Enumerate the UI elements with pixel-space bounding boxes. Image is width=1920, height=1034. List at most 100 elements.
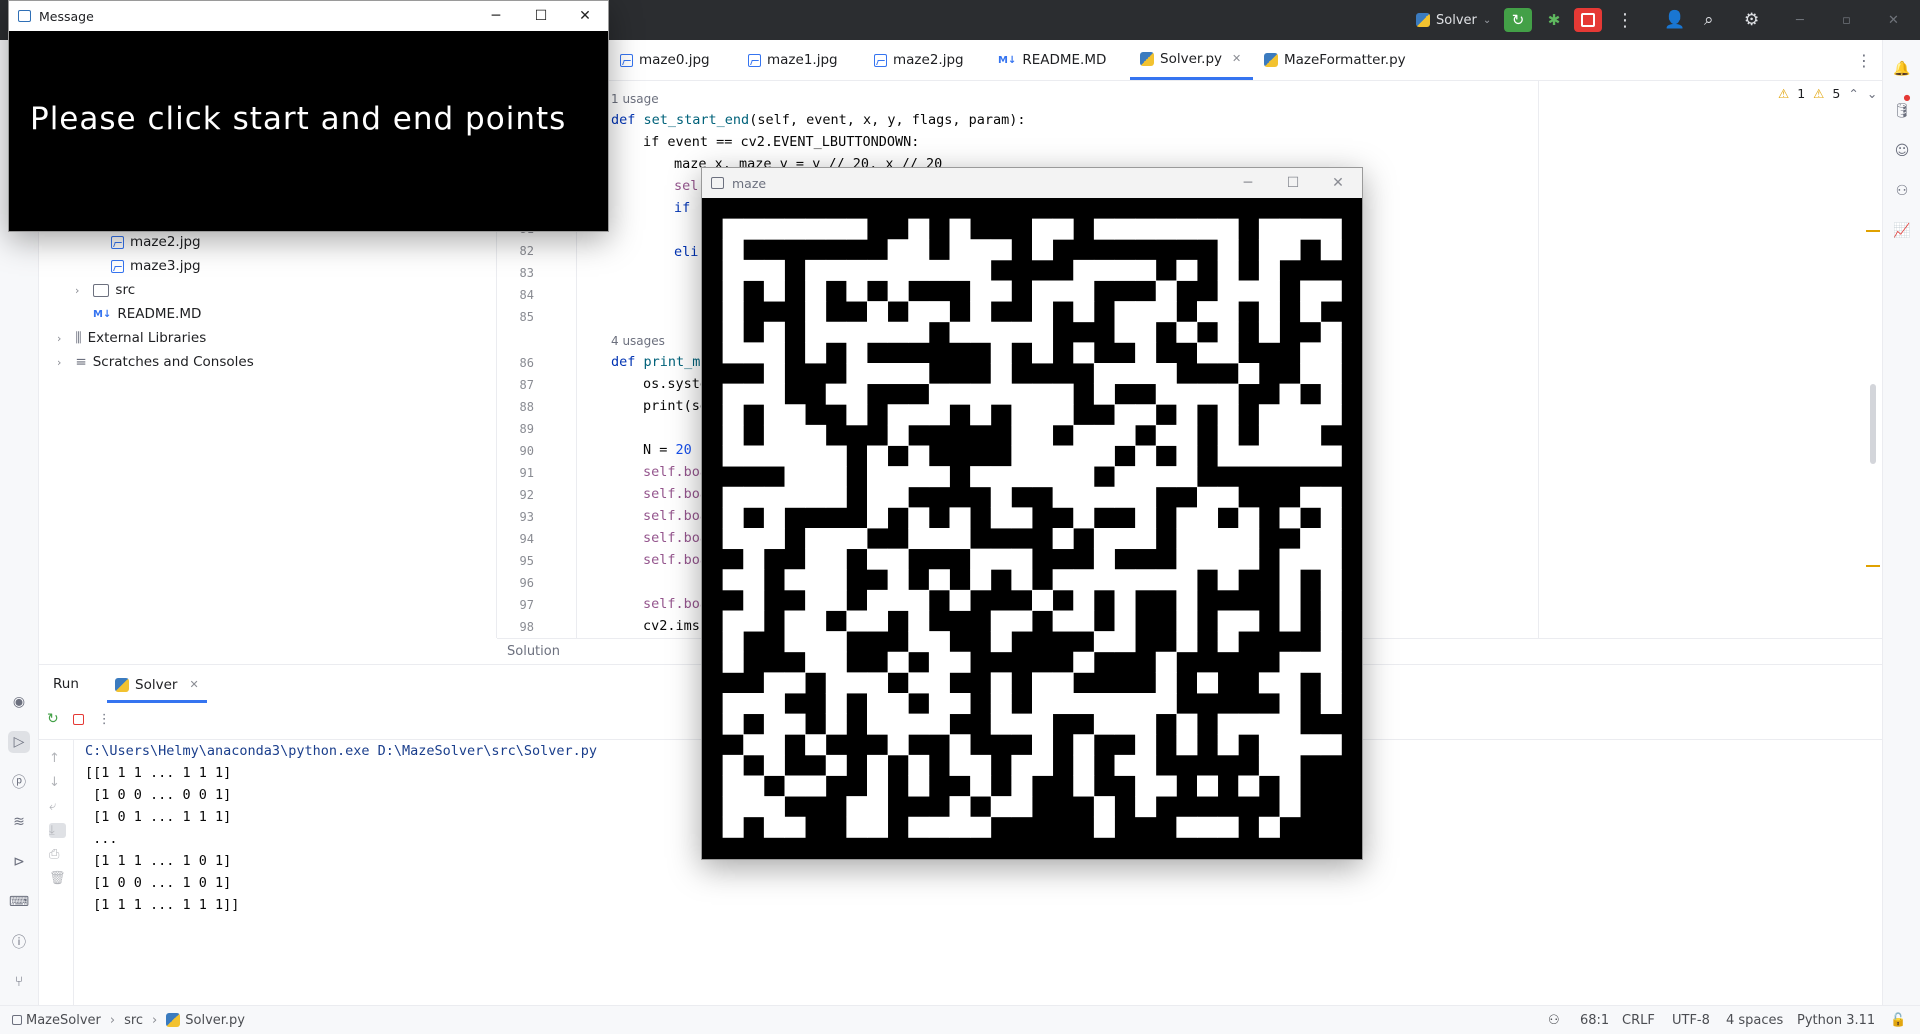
stop-button[interactable] xyxy=(1574,8,1602,32)
ai-assistant-button[interactable]: ☺ xyxy=(1891,140,1913,162)
maze-window-titlebar[interactable]: maze ─ ☐ ✕ xyxy=(702,168,1362,198)
maze-path-cell xyxy=(867,466,889,488)
profiler-button[interactable]: 📈 xyxy=(1891,220,1913,242)
chart-icon: 📈 xyxy=(1893,223,1911,239)
maze-path-cell xyxy=(1093,424,1115,446)
services-button[interactable]: ◉ xyxy=(8,691,30,713)
search-everywhere-button[interactable]: ⌕ xyxy=(1704,0,1714,40)
git-button[interactable]: ⑂ xyxy=(8,971,30,993)
maze-path-cell xyxy=(763,528,785,550)
tree-item-maze2[interactable]: maze2.jpg xyxy=(111,231,201,253)
maze-path-cell xyxy=(805,569,827,591)
tree-item-src[interactable]: › src xyxy=(75,279,135,301)
close-tab-icon[interactable]: ✕ xyxy=(1232,52,1241,65)
maze-path-cell xyxy=(1114,259,1136,281)
caret-position[interactable]: 68:1 xyxy=(1580,1006,1609,1034)
stop-icon[interactable] xyxy=(72,713,84,725)
file-encoding[interactable]: UTF-8 xyxy=(1672,1006,1710,1034)
close-button[interactable]: ✕ xyxy=(1316,168,1360,198)
tree-item-maze3[interactable]: maze3.jpg xyxy=(111,255,201,277)
maze-image[interactable] xyxy=(702,198,1362,858)
line-separator[interactable]: CRLF xyxy=(1622,1006,1655,1034)
database-button[interactable]: 🛢 xyxy=(1891,100,1913,122)
settings-button[interactable]: ⚙ xyxy=(1744,0,1759,40)
maze-path-cell xyxy=(1320,404,1342,426)
notifications-button[interactable]: 🔔 xyxy=(1891,58,1913,80)
kebab-icon[interactable]: ⋮ xyxy=(98,712,111,727)
tab-label: maze2.jpg xyxy=(893,52,964,68)
services-play-button[interactable]: ⊳ xyxy=(8,851,30,873)
indent-setting[interactable]: 4 spaces xyxy=(1726,1006,1783,1034)
more-actions-button[interactable]: ⋮ xyxy=(1616,0,1634,40)
close-button[interactable]: ✕ xyxy=(563,1,607,31)
maximize-button[interactable]: ▫ xyxy=(1842,0,1851,40)
maze-path-cell xyxy=(722,342,744,364)
soft-wrap-icon[interactable]: ⤶ xyxy=(49,799,66,814)
ai-status-button[interactable]: ⚇ xyxy=(1548,1006,1560,1034)
maze-path-cell xyxy=(928,651,950,673)
python-interpreter[interactable]: Python 3.11 xyxy=(1797,1006,1875,1034)
tab-maze1[interactable]: maze1.jpg xyxy=(748,40,838,80)
maximize-button[interactable]: ☐ xyxy=(519,1,563,31)
maze-path-cell xyxy=(763,486,785,508)
message-window-titlebar[interactable]: Message ─ ☐ ✕ xyxy=(9,1,608,31)
maze-path-cell xyxy=(722,218,744,240)
tree-item-readme[interactable]: M↓ README.MD xyxy=(93,303,201,325)
run-tab-solver[interactable]: Solver ✕ xyxy=(107,669,207,703)
add-collaborator-button[interactable]: 👤 xyxy=(1664,0,1685,40)
minimize-button[interactable]: ─ xyxy=(1796,0,1804,40)
maze-path-cell xyxy=(805,651,827,673)
maze-path-cell xyxy=(1279,734,1301,756)
tab-solver[interactable]: Solver.py ✕ xyxy=(1130,40,1254,80)
arrow-down-icon[interactable]: ↓ xyxy=(49,775,66,790)
trash-icon[interactable]: 🗑 xyxy=(49,871,66,886)
maze-path-cell xyxy=(970,321,992,343)
tab-maze0[interactable]: maze0.jpg xyxy=(620,40,710,80)
tab-mazeformatter[interactable]: MazeFormatter.py xyxy=(1264,40,1406,80)
minimize-button[interactable]: ─ xyxy=(1226,168,1270,198)
python-packages-button[interactable]: ≋ xyxy=(8,811,30,833)
breadcrumb-project[interactable]: MazeSolver xyxy=(26,1013,101,1028)
terminal-button[interactable]: ⌨ xyxy=(8,891,30,913)
run-tool-button[interactable]: ▷ xyxy=(8,731,30,753)
print-icon[interactable]: ⎙ xyxy=(49,847,66,862)
tree-item-scratches[interactable]: › ≡ Scratches and Consoles xyxy=(57,351,254,373)
tab-options-button[interactable]: ⋮ xyxy=(1856,40,1872,80)
rerun-icon[interactable]: ↻ xyxy=(47,711,59,727)
tab-readme[interactable]: M↓ README.MD xyxy=(998,40,1106,80)
close-icon: ✕ xyxy=(1332,175,1344,191)
breadcrumb-file[interactable]: Solver.py xyxy=(185,1013,245,1028)
maze-path-cell xyxy=(1320,321,1342,343)
close-tab-icon[interactable]: ✕ xyxy=(189,678,198,691)
maze-path-cell xyxy=(784,424,806,446)
maze-window[interactable]: maze ─ ☐ ✕ xyxy=(701,167,1363,860)
close-ide-button[interactable]: ✕ xyxy=(1888,0,1899,40)
maze-path-cell xyxy=(867,693,889,715)
message-window[interactable]: Message ─ ☐ ✕ Please click start and end… xyxy=(8,0,609,232)
problems-button[interactable]: ⓘ xyxy=(8,931,30,953)
tree-item-external-libraries[interactable]: › ⫼ External Libraries xyxy=(57,327,206,349)
maze-path-cell xyxy=(1176,548,1198,570)
editor-breadcrumb[interactable]: Solution xyxy=(507,644,560,659)
maze-path-cell xyxy=(1320,280,1342,302)
read-only-toggle[interactable]: 🔓 xyxy=(1890,1006,1906,1034)
debug-button[interactable]: ✱ xyxy=(1540,8,1568,32)
maze-path-cell xyxy=(949,816,971,838)
usage-hint[interactable]: 4 usages xyxy=(611,334,665,348)
minimize-button[interactable]: ─ xyxy=(474,1,518,31)
python-console-button[interactable]: ⓟ xyxy=(8,771,30,793)
python-file-icon xyxy=(1264,53,1278,67)
run-config-selector[interactable]: Solver ⌄ xyxy=(1416,0,1491,40)
scroll-to-end-icon[interactable]: ⤓ xyxy=(49,823,66,838)
maze-path-cell xyxy=(763,424,785,446)
usage-hint[interactable]: 1 usage xyxy=(611,92,659,106)
maze-path-cell xyxy=(1300,651,1322,673)
maze-path-cell xyxy=(908,589,930,611)
arrow-up-icon[interactable]: ↑ xyxy=(49,751,66,766)
maximize-button[interactable]: ☐ xyxy=(1271,168,1315,198)
tab-maze2[interactable]: maze2.jpg xyxy=(874,40,964,80)
breadcrumb-folder[interactable]: src xyxy=(124,1013,143,1028)
rerun-button[interactable]: ↻ xyxy=(1504,8,1532,32)
code-with-me-button[interactable]: ⚇ xyxy=(1891,180,1913,202)
line-number: 86 xyxy=(519,356,534,370)
